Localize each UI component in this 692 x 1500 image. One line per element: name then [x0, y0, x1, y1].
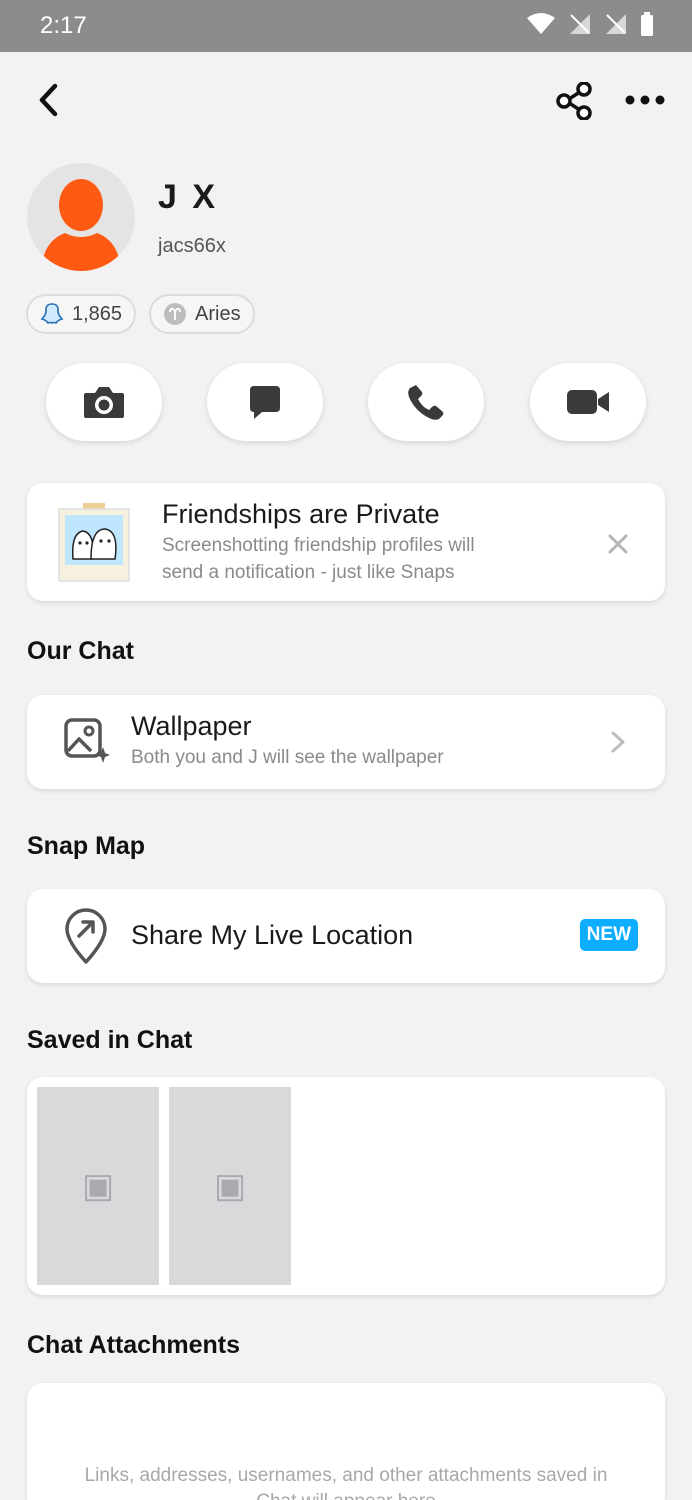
chevron-left-icon [39, 83, 58, 117]
image-placeholder-icon: ▣ [81, 1167, 115, 1205]
chat-attachments-card: Links, addresses, usernames, and other a… [27, 1383, 665, 1500]
camera-button[interactable] [46, 363, 162, 441]
no-signal-icon [570, 14, 590, 34]
more-dots-icon [625, 95, 665, 105]
saved-in-chat-card: ▣ ▣ [27, 1077, 665, 1295]
banner-line-1: Screenshotting friendship profiles will [162, 535, 475, 556]
wifi-icon [527, 13, 555, 34]
wallpaper-row[interactable]: Wallpaper Both you and J will see the wa… [27, 695, 665, 789]
status-bar: 2:17 [0, 0, 692, 52]
username: jacs66x [158, 235, 226, 257]
back-button[interactable] [28, 80, 68, 120]
location-arrow-icon [65, 908, 107, 964]
snap-map-heading: Snap Map [27, 832, 146, 860]
saved-snap-thumbnail[interactable]: ▣ [169, 1087, 291, 1285]
share-live-location-row[interactable]: Share My Live Location NEW [27, 889, 665, 983]
status-icons [526, 12, 654, 36]
privacy-banner: Friendships are Private Screenshotting f… [27, 483, 665, 601]
chat-attachments-heading: Chat Attachments [27, 1331, 240, 1359]
video-call-button[interactable] [530, 363, 646, 441]
snap-score: 1,865 [72, 302, 123, 325]
video-camera-icon [567, 390, 609, 414]
snap-score-pill[interactable]: 1,865 [26, 294, 137, 334]
wallpaper-subtitle: Both you and J will see the wallpaper [131, 747, 444, 768]
share-button[interactable] [553, 80, 595, 122]
saved-snap-thumbnail[interactable]: ▣ [37, 1087, 159, 1285]
saved-in-chat-heading: Saved in Chat [27, 1026, 193, 1054]
banner-title: Friendships are Private [162, 499, 440, 529]
no-signal-icon-2 [606, 14, 626, 34]
banner-line-2: send a notification - just like Snaps [162, 562, 455, 583]
more-button[interactable] [622, 80, 668, 120]
status-time: 2:17 [40, 12, 87, 39]
attachments-empty-line-2: Chat will appear here [27, 1491, 665, 1500]
dismiss-banner-button[interactable] [601, 527, 635, 561]
display-name: J X [158, 178, 219, 216]
friends-ghosts-illustration-icon [58, 503, 130, 582]
chat-button[interactable] [207, 363, 323, 441]
new-badge: NEW [579, 919, 638, 951]
avatar[interactable] [27, 163, 135, 271]
camera-icon [84, 387, 124, 418]
avatar-silhouette-icon [41, 179, 121, 271]
wallpaper-icon [64, 718, 110, 763]
phone-icon [408, 385, 444, 420]
image-placeholder-icon: ▣ [213, 1167, 247, 1205]
voice-call-button[interactable] [368, 363, 484, 441]
share-icon [556, 82, 592, 120]
attachments-empty-line-1: Links, addresses, usernames, and other a… [84, 1465, 608, 1486]
battery-icon [641, 12, 653, 36]
zodiac-pill[interactable]: Aries [149, 294, 255, 334]
ghost-icon [40, 303, 64, 325]
chevron-right-icon [611, 731, 625, 753]
wallpaper-label: Wallpaper [131, 711, 252, 741]
close-icon [608, 534, 628, 554]
our-chat-heading: Our Chat [27, 637, 134, 665]
share-location-label: Share My Live Location [131, 920, 414, 950]
aries-icon [164, 303, 186, 325]
chat-bubble-icon [250, 386, 280, 419]
zodiac-label: Aries [195, 302, 241, 325]
